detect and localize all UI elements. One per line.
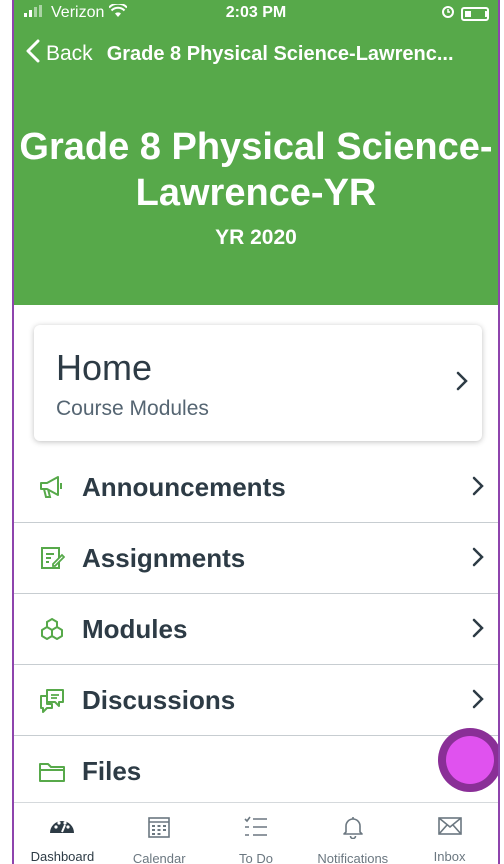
tab-calendar[interactable]: Calendar bbox=[111, 803, 208, 864]
status-time: 2:03 PM bbox=[225, 4, 287, 21]
menu-item-label: Assignments bbox=[82, 542, 246, 573]
fab-inner-circle bbox=[446, 736, 494, 784]
back-label: Back bbox=[46, 42, 93, 65]
chevron-left-icon bbox=[26, 39, 40, 69]
nav-title: Grade 8 Physical Science-Lawrenc... bbox=[106, 42, 454, 65]
modules-icon bbox=[34, 617, 70, 641]
tab-label: Notifications bbox=[317, 851, 389, 864]
tab-todo[interactable]: To Do bbox=[208, 803, 305, 864]
status-bar: Verizon 2:03 PM bbox=[14, 0, 498, 26]
chevron-right-icon bbox=[472, 476, 484, 501]
chevron-right-icon bbox=[456, 371, 468, 396]
chevron-right-icon bbox=[472, 547, 484, 572]
assignment-icon bbox=[34, 545, 70, 571]
tab-dashboard[interactable]: Dashboard bbox=[14, 803, 111, 864]
chevron-right-icon bbox=[472, 689, 484, 714]
battery-icon bbox=[461, 6, 489, 21]
tab-label: Inbox bbox=[433, 849, 466, 864]
home-subtitle: Course Modules bbox=[56, 397, 209, 420]
menu-item-label: Discussions bbox=[82, 684, 236, 715]
floating-action-button[interactable] bbox=[438, 728, 498, 792]
discussions-icon bbox=[34, 687, 70, 713]
menu-item-announcements[interactable]: Announcements bbox=[14, 452, 498, 523]
tab-label: Dashboard bbox=[30, 849, 95, 864]
menu-item-modules[interactable]: Modules bbox=[14, 594, 498, 665]
tab-notifications[interactable]: Notifications bbox=[304, 803, 401, 864]
chevron-right-icon bbox=[472, 618, 484, 643]
alarm-icon bbox=[441, 4, 455, 23]
back-button[interactable]: Back bbox=[14, 39, 93, 69]
course-header: Verizon 2:03 PM Back Grade 8 Physical Sc… bbox=[14, 0, 498, 305]
app-screen: Verizon 2:03 PM Back Grade 8 Physical Sc… bbox=[12, 0, 500, 864]
menu-item-discussions[interactable]: Discussions bbox=[14, 665, 498, 736]
menu-item-assignments[interactable]: Assignments bbox=[14, 523, 498, 594]
bell-icon bbox=[341, 815, 365, 844]
tab-inbox[interactable]: Inbox bbox=[401, 803, 498, 864]
tab-label: To Do bbox=[239, 851, 273, 864]
menu-item-files[interactable]: Files bbox=[14, 736, 498, 807]
tab-bar: Dashboard Calendar To Do Notifications I… bbox=[14, 802, 498, 864]
menu-item-label: Modules bbox=[82, 613, 188, 644]
megaphone-icon bbox=[34, 474, 70, 500]
home-title: Home bbox=[56, 347, 153, 388]
nav-bar: Back Grade 8 Physical Science-Lawrenc... bbox=[14, 36, 498, 72]
dashboard-icon bbox=[48, 815, 76, 842]
folder-icon bbox=[34, 760, 70, 784]
calendar-icon bbox=[147, 815, 171, 844]
menu-item-label: Files bbox=[82, 756, 142, 786]
course-title: Grade 8 Physical Science-Lawrence-YR bbox=[19, 126, 493, 214]
tab-label: Calendar bbox=[132, 851, 186, 864]
course-term: YR 2020 bbox=[215, 226, 297, 249]
inbox-icon bbox=[437, 815, 463, 842]
todo-icon bbox=[243, 815, 269, 844]
menu-item-label: Announcements bbox=[82, 471, 286, 502]
course-menu: Announcements Assignments Modules Discus… bbox=[14, 452, 498, 807]
home-card[interactable]: Home Course Modules bbox=[34, 325, 482, 441]
